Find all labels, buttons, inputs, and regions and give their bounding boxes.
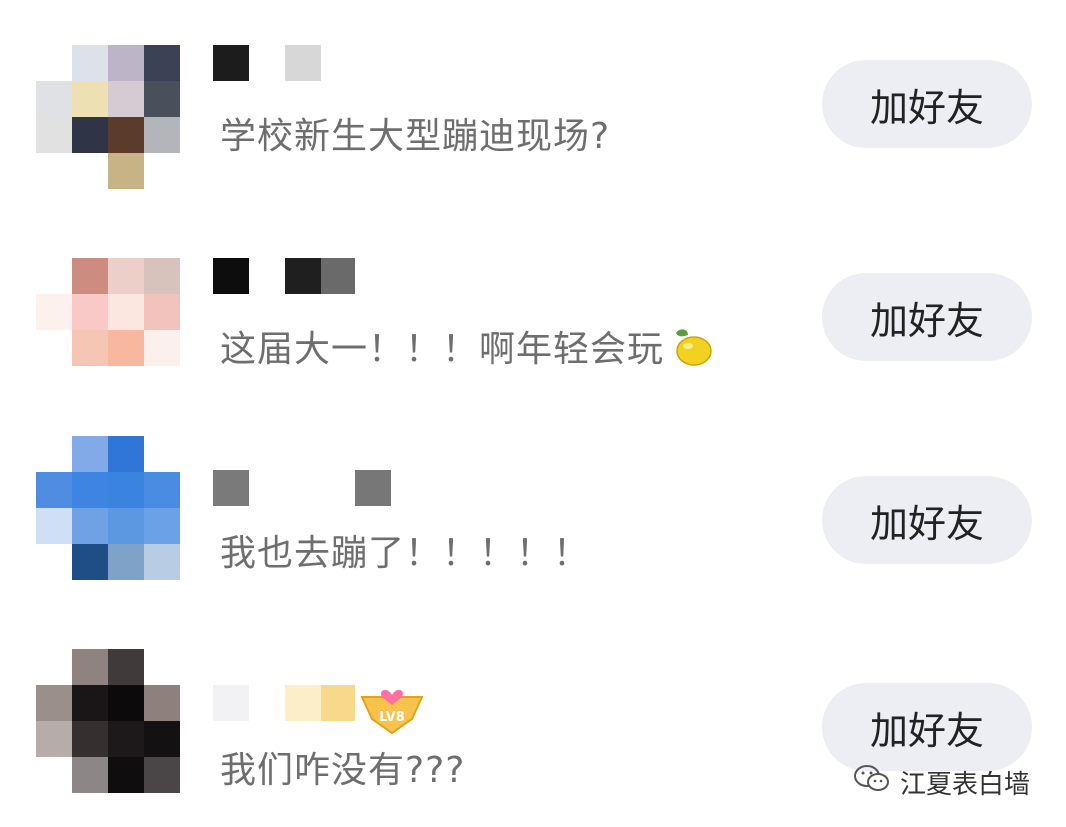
comment-text: 学校新生大型蹦迪现场? bbox=[220, 116, 611, 157]
add-friend-button[interactable]: 加好友 bbox=[822, 273, 1032, 361]
comment-row: 我也去蹦了！！！！！ 加好友 bbox=[0, 436, 1066, 586]
level-badge-icon: LV8 bbox=[356, 685, 428, 739]
username[interactable] bbox=[213, 258, 413, 298]
wechat-icon bbox=[852, 763, 892, 802]
comment-row: 这届大一！！！啊年轻会玩 加好友 bbox=[0, 258, 1066, 408]
add-friend-button[interactable]: 加好友 bbox=[822, 683, 1032, 771]
level-badge-text: LV8 bbox=[379, 710, 405, 725]
watermark-text: 江夏表白墙 bbox=[900, 770, 1031, 800]
avatar[interactable] bbox=[36, 258, 180, 402]
username[interactable] bbox=[213, 470, 413, 510]
watermark: 江夏表白墙 bbox=[852, 763, 1030, 802]
comment-text: 这届大一！！！啊年轻会玩 bbox=[220, 329, 665, 370]
avatar[interactable] bbox=[36, 649, 180, 793]
comment-row: 学校新生大型蹦迪现场? 加好友 bbox=[0, 45, 1066, 195]
lemon-icon bbox=[668, 327, 714, 376]
avatar[interactable] bbox=[36, 45, 180, 189]
comment-text: 我们咋没有??? bbox=[220, 750, 466, 791]
username[interactable] bbox=[213, 45, 413, 85]
add-friend-button[interactable]: 加好友 bbox=[822, 60, 1032, 148]
comment-text: 我也去蹦了！！！！！ bbox=[220, 533, 591, 574]
add-friend-button[interactable]: 加好友 bbox=[822, 476, 1032, 564]
avatar[interactable] bbox=[36, 436, 180, 580]
comment-line: 这届大一！！！啊年轻会玩 bbox=[220, 320, 714, 376]
